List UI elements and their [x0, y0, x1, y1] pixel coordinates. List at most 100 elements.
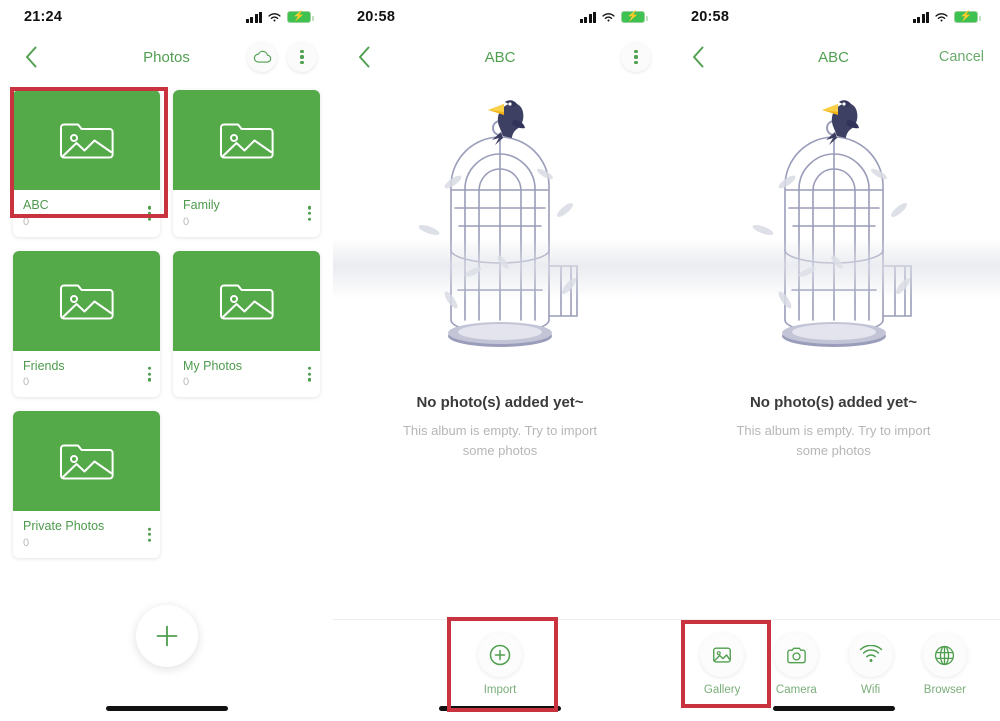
empty-title: No photo(s) added yet~ [749, 394, 918, 411]
cloud-button[interactable] [247, 42, 277, 72]
camera-icon [787, 647, 806, 663]
add-album-fab[interactable] [135, 605, 198, 667]
more-vertical-icon [307, 366, 311, 382]
signal-bars-icon [245, 11, 262, 23]
album-grid: ABC 0 Family 0 Friends 0 My Photos 0 Pri… [0, 80, 333, 558]
status-time: 20:58 [357, 9, 396, 25]
globe-icon [935, 645, 955, 665]
status-icons: ⚡ [245, 11, 314, 23]
album-menu-button[interactable] [147, 206, 151, 221]
album-count: 0 [23, 215, 30, 228]
album-count: 0 [183, 376, 190, 389]
album-count: 0 [183, 215, 190, 228]
album-count: 0 [23, 376, 30, 389]
status-time: 20:58 [691, 9, 730, 25]
status-time: 21:24 [24, 9, 63, 25]
signal-bars-icon [912, 11, 929, 23]
screen-album-empty: 20:58 ⚡ ABC No photo(s) added yet~ This … [333, 0, 667, 721]
status-icons: ⚡ [912, 11, 981, 23]
album-menu-button[interactable] [307, 206, 311, 221]
cancel-button[interactable]: Cancel [939, 49, 984, 65]
browser-icon-circle [922, 633, 967, 677]
signal-bars-icon [579, 11, 596, 23]
battery-charging-icon: ⚡ [621, 11, 648, 23]
back-button[interactable] [349, 42, 379, 72]
album-meta: Private Photos 0 [13, 511, 160, 558]
album-card-family[interactable]: Family 0 [173, 90, 320, 237]
gallery-button[interactable]: Gallery [688, 633, 756, 696]
back-button[interactable] [683, 42, 713, 72]
bird-icon [821, 100, 859, 145]
album-thumbnail [173, 250, 320, 351]
gallery-icon-circle [700, 633, 745, 677]
status-bar: 20:58 ⚡ [333, 0, 667, 34]
wifi-button[interactable]: Wifi [837, 633, 905, 696]
wifi-icon [602, 12, 615, 22]
plus-icon [156, 625, 177, 647]
home-indicator [105, 706, 228, 711]
browser-button[interactable]: Browser [911, 633, 979, 696]
home-indicator [439, 706, 561, 711]
photo-folder-icon [59, 444, 114, 480]
nav-bar: Photos [0, 34, 333, 80]
photo-folder-icon [219, 284, 274, 320]
import-button[interactable]: Import [466, 633, 534, 696]
screen-album-import-sources: 20:58 ⚡ ABC Cancel No photo(s) added yet… [667, 0, 1000, 721]
more-menu-button[interactable] [621, 42, 651, 72]
birdcage-with-bird-illustration [667, 90, 1000, 390]
wifi-icon-circle [848, 633, 893, 677]
photo-folder-icon [219, 123, 274, 159]
import-label: Import [483, 684, 517, 696]
album-name: My Photos [183, 358, 243, 373]
nav-actions: Cancel [939, 49, 984, 65]
empty-title: No photo(s) added yet~ [416, 394, 584, 411]
nav-bar: ABC Cancel [667, 34, 1000, 80]
birdcage-with-bird-illustration [333, 90, 667, 390]
screenshot-triptych: 21:24 ⚡ Photos ABC 0 Family 0 Friends 0 … [0, 0, 1000, 721]
plus-circle-icon [489, 644, 511, 666]
wifi-icon [268, 12, 281, 22]
album-menu-button[interactable] [147, 527, 151, 542]
album-count: 0 [23, 536, 30, 549]
illustration-haze-band [667, 238, 1000, 300]
screen-photos-albums: 21:24 ⚡ Photos ABC 0 Family 0 Friends 0 … [0, 0, 333, 721]
album-card-my-photos[interactable]: My Photos 0 [173, 250, 320, 398]
browser-label: Browser [923, 684, 966, 696]
nav-actions [621, 42, 651, 72]
camera-button[interactable]: Camera [762, 633, 830, 696]
album-meta: Family 0 [173, 190, 320, 237]
album-card-abc[interactable]: ABC 0 [13, 90, 160, 237]
album-name: Friends [23, 358, 65, 373]
album-menu-button[interactable] [147, 366, 151, 382]
battery-charging-icon: ⚡ [954, 11, 981, 23]
more-vertical-icon [147, 206, 151, 221]
wifi-icon [859, 645, 882, 663]
import-icon-circle [478, 633, 522, 677]
album-card-friends[interactable]: Friends 0 [13, 250, 160, 398]
album-thumbnail [13, 90, 160, 190]
album-meta: My Photos 0 [173, 351, 320, 398]
album-name: Private Photos [23, 519, 105, 534]
camera-icon-circle [774, 633, 819, 677]
wifi-label: Wifi [861, 684, 881, 696]
album-card-private-photos[interactable]: Private Photos 0 [13, 411, 160, 558]
more-menu-button[interactable] [287, 42, 317, 72]
status-bar: 21:24 ⚡ [0, 0, 333, 34]
cloud-icon [253, 50, 271, 63]
album-meta: ABC 0 [13, 190, 160, 237]
album-menu-button[interactable] [307, 366, 311, 382]
nav-actions [247, 42, 317, 72]
empty-state: No photo(s) added yet~ This album is emp… [333, 90, 667, 461]
empty-state: No photo(s) added yet~ This album is emp… [667, 90, 1000, 461]
gallery-icon [713, 647, 732, 663]
back-button[interactable] [16, 42, 46, 72]
bird-icon [488, 100, 525, 145]
album-thumbnail [13, 411, 160, 512]
page-title: ABC [484, 48, 516, 66]
photo-folder-icon [59, 284, 114, 320]
album-name: ABC [23, 198, 49, 212]
album-name: Family [183, 198, 220, 212]
wifi-icon [935, 12, 948, 22]
more-vertical-icon [634, 49, 638, 65]
illustration-haze-band [333, 238, 667, 300]
